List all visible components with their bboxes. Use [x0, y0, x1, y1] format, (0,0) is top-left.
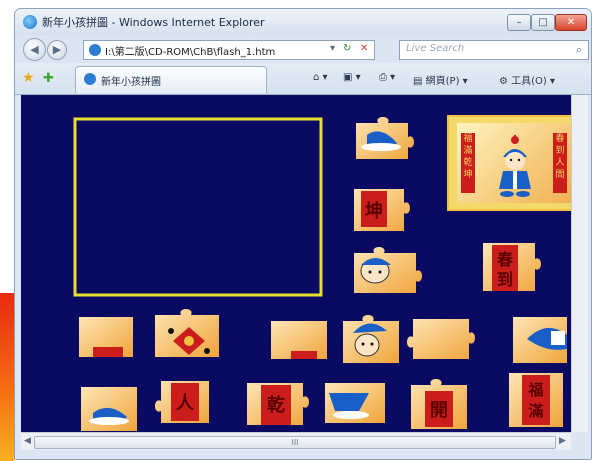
tab-label: 新年小孩拼圖: [101, 77, 161, 88]
back-button[interactable]: ◀: [23, 38, 46, 61]
search-placeholder: Live Search: [406, 43, 465, 54]
status-bar: [15, 450, 591, 459]
piece-char-dao: 到: [497, 270, 513, 289]
piece-char-man: 滿: [528, 402, 543, 420]
add-favorites-icon[interactable]: ✚: [43, 71, 54, 86]
refresh-button[interactable]: ↻: [343, 43, 351, 54]
puzzle-piece-face[interactable]: [343, 315, 399, 363]
forward-button[interactable]: ▶: [47, 40, 67, 60]
page-menu-label: 網頁(P): [425, 76, 460, 87]
tab-row: ★ ✚ 新年小孩拼圖 ⌂ ▾ ▣ ▾ ⎙ ▾ ▤ 網頁(P) ▾ ⚙ 工具(O)…: [15, 63, 591, 95]
page-menu-button[interactable]: ▤ 網頁(P) ▾: [413, 72, 468, 87]
puzzle-piece-qian[interactable]: 乾: [247, 383, 309, 425]
address-url[interactable]: I:\第二版\CD-ROM\ChB\flash_1.htm: [105, 43, 275, 58]
piece-char-chun: 春: [496, 250, 514, 269]
puzzle-piece-ren[interactable]: 人: [155, 381, 209, 423]
tab-active[interactable]: 新年小孩拼圖: [75, 66, 267, 93]
tools-menu-label: 工具(O): [511, 76, 547, 87]
tools-icon: ⚙: [499, 76, 508, 87]
search-icon[interactable]: ⌕: [576, 43, 582, 57]
browser-window: 新年小孩拼圖 - Windows Internet Explorer – □ ✕…: [14, 8, 592, 460]
address-row: ◀ ▶ I:\第二版\CD-ROM\ChB\flash_1.htm ▾ ↻ ✕ …: [15, 35, 591, 63]
minimize-button[interactable]: –: [507, 14, 531, 31]
title-bar: 新年小孩拼圖 - Windows Internet Explorer – □ ✕: [15, 9, 591, 35]
scroll-right-button[interactable]: ▶: [559, 436, 566, 446]
puzzle-piece-kun[interactable]: 坤: [354, 189, 410, 231]
favorites-star-icon[interactable]: ★: [22, 70, 35, 86]
target-preview-inner: 福滿乾坤 春到人間: [457, 123, 571, 203]
puzzle-piece-legs[interactable]: [325, 383, 385, 423]
stop-button[interactable]: ✕: [360, 43, 368, 54]
page-favicon-icon: [89, 44, 101, 56]
scroll-left-button[interactable]: ◀: [24, 436, 31, 446]
puzzle-piece-red-edge[interactable]: [271, 321, 327, 359]
preview-right-couplet: 春到人間: [553, 133, 567, 193]
horizontal-scrollbar[interactable]: ◀ III ▶: [21, 432, 571, 451]
new-year-boy-icon: [499, 135, 531, 197]
piece-char-ren: 人: [176, 393, 195, 414]
preview-left-couplet: 福滿乾坤: [461, 133, 475, 193]
address-dropdown-button[interactable]: ▾: [330, 43, 335, 54]
vertical-scrollbar[interactable]: [571, 95, 588, 432]
desktop-edge-strip: [0, 293, 14, 461]
address-bar[interactable]: I:\第二版\CD-ROM\ChB\flash_1.htm ▾ ↻ ✕: [83, 40, 375, 60]
target-preview-image: 福滿乾坤 春到人間: [447, 115, 571, 211]
piece-char-qian: 乾: [267, 394, 285, 416]
close-button[interactable]: ✕: [555, 14, 587, 31]
scroll-thumb[interactable]: III: [34, 436, 556, 449]
ie-logo-icon: [23, 15, 37, 29]
page-icon: ▤: [413, 76, 423, 87]
search-box[interactable]: Live Search ⌕: [399, 40, 589, 60]
assembly-frame[interactable]: [73, 117, 323, 297]
forward-icon: ▶: [52, 43, 62, 56]
flash-puzzle-area[interactable]: 坤 春 到 人 乾 開 福 滿 福滿乾坤 春到人間: [21, 95, 571, 432]
tab-favicon-icon: [84, 73, 96, 85]
puzzle-piece-corner-red[interactable]: [79, 317, 133, 357]
puzzle-piece-lantern[interactable]: [155, 309, 219, 357]
puzzle-piece-fu-man[interactable]: 福 滿: [509, 373, 563, 427]
puzzle-piece-shoe-bottom[interactable]: [81, 387, 137, 431]
puzzle-piece-arm[interactable]: [513, 317, 567, 363]
feeds-icon[interactable]: ▣ ▾: [343, 72, 361, 83]
piece-char-kun: 坤: [365, 200, 383, 222]
puzzle-piece-shoe[interactable]: [356, 117, 414, 159]
puzzle-piece-head[interactable]: [354, 247, 422, 293]
maximize-button[interactable]: □: [531, 14, 555, 31]
print-icon[interactable]: ⎙ ▾: [379, 72, 395, 83]
puzzle-piece-chun-dao[interactable]: 春 到: [483, 243, 541, 291]
piece-char-fu: 福: [527, 381, 543, 399]
back-icon: ◀: [30, 43, 39, 56]
home-icon[interactable]: ⌂ ▾: [313, 72, 328, 83]
puzzle-piece-kai[interactable]: 開: [411, 379, 467, 429]
piece-char-kai: 開: [430, 400, 448, 421]
window-title: 新年小孩拼圖 - Windows Internet Explorer: [42, 16, 265, 29]
puzzle-piece-blank[interactable]: [407, 319, 475, 359]
tools-menu-button[interactable]: ⚙ 工具(O) ▾: [499, 72, 555, 87]
